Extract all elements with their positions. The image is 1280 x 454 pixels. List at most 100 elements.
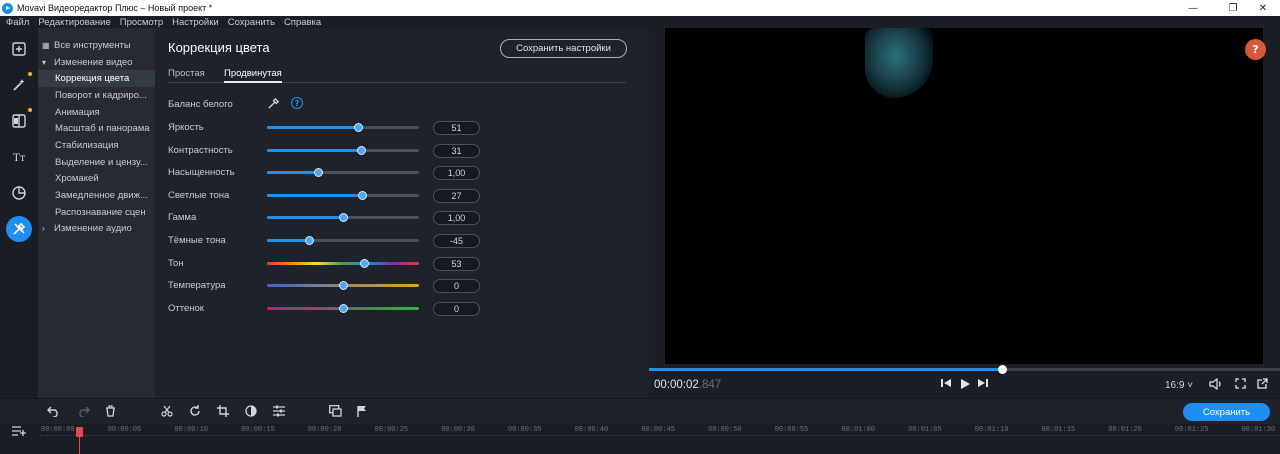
slider-thumb[interactable] [358, 190, 368, 200]
tool-item-video-change[interactable]: ▾ Изменение видео [38, 54, 155, 71]
menu-bar: Файл Редактирование Просмотр Настройки С… [0, 16, 1280, 28]
slider-track[interactable] [267, 303, 419, 313]
slider-value-field[interactable]: 1,00 [433, 166, 480, 181]
tool-item-pan-zoom[interactable]: Масштаб и панорама [38, 120, 155, 137]
ruler-tick-label: 00:00:50 [708, 426, 742, 434]
tool-item-color-correction[interactable]: Коррекция цвета [38, 70, 155, 88]
progress-fill [649, 368, 1003, 371]
tool-item-stabilization[interactable]: Стабилизация [38, 137, 155, 154]
eyedropper-icon[interactable] [267, 97, 281, 111]
stickers-icon[interactable] [6, 180, 32, 206]
slider-value-field[interactable]: 0 [433, 301, 480, 316]
close-button[interactable]: ✕ [1246, 0, 1280, 16]
volume-icon[interactable] [1209, 377, 1222, 393]
tab-advanced[interactable]: Продвинутая [224, 68, 282, 83]
menu-export[interactable]: Сохранить [228, 17, 275, 28]
tool-item-rotate-crop[interactable]: Поворот и кадриро... [38, 87, 155, 104]
slider-thumb[interactable] [314, 168, 324, 178]
tool-item-label: Анимация [55, 106, 100, 118]
video-preview[interactable] [665, 28, 1263, 364]
overlay-icon[interactable] [329, 405, 342, 420]
playback-progress[interactable] [649, 365, 1280, 374]
rotate-icon[interactable] [189, 405, 201, 420]
crop-icon[interactable] [217, 405, 229, 420]
cut-icon[interactable] [161, 405, 173, 420]
progress-knob[interactable] [997, 365, 1007, 374]
slider-track[interactable] [267, 236, 419, 245]
slider-fill [267, 171, 319, 175]
slider-value-field[interactable]: 31 [433, 143, 480, 158]
slider-thumb[interactable] [338, 281, 348, 291]
slider-track[interactable] [267, 123, 419, 132]
menu-settings[interactable]: Настройки [172, 17, 219, 28]
slider-label: Контрастность [168, 144, 233, 156]
redo-icon[interactable] [76, 405, 90, 420]
tool-item-scene-detection[interactable]: Распознавание сцен [38, 204, 155, 221]
slider-value-field[interactable]: 1,00 [433, 211, 480, 226]
timeline[interactable]: 00:00:00 00:00:05 00:00:10 00:00:15 00:00:20… [0, 424, 1280, 454]
marker-flag-icon[interactable] [357, 405, 367, 420]
tool-item-audio-change[interactable]: › Изменение аудио [38, 221, 155, 238]
tools-icon[interactable] [6, 216, 32, 242]
slider-thumb[interactable] [338, 213, 348, 223]
slider-thumb[interactable] [353, 123, 363, 132]
help-button[interactable]: ? [1245, 39, 1266, 60]
slider-track[interactable] [267, 145, 419, 155]
slider-track[interactable] [267, 258, 419, 268]
slider-value-field[interactable]: 53 [433, 256, 480, 271]
slider-value-field[interactable]: -45 [433, 234, 480, 248]
maximize-button[interactable]: ❐ [1216, 0, 1250, 16]
delete-icon[interactable] [105, 405, 116, 420]
slider-value-field[interactable]: 0 [433, 279, 480, 294]
aspect-ratio-select[interactable]: 16:9 ˅ [1165, 380, 1193, 391]
slider-label: Светлые тона [168, 189, 230, 201]
slider-fill [267, 239, 310, 242]
slider-label: Оттенок [168, 302, 204, 314]
menu-file[interactable]: Файл [6, 17, 29, 28]
grid-icon: ▦ [42, 40, 50, 50]
slider-value-field[interactable]: 51 [433, 121, 480, 135]
help-icon[interactable]: ? [291, 97, 303, 109]
slider-thumb[interactable] [356, 145, 366, 155]
detach-preview-icon[interactable] [1257, 378, 1268, 392]
ruler-tick-label: 00:01:00 [841, 426, 875, 434]
menu-view[interactable]: Просмотр [120, 17, 163, 28]
magic-wand-icon[interactable] [6, 72, 32, 98]
slider-thumb[interactable] [305, 236, 315, 245]
previous-frame-icon[interactable] [941, 378, 951, 391]
tool-item-slow-motion[interactable]: Замедленное движ... [38, 187, 155, 204]
export-button[interactable]: Сохранить [1183, 403, 1270, 421]
slider-track[interactable] [267, 281, 419, 291]
left-tool-rail: Tт [0, 28, 38, 398]
new-badge-dot [28, 72, 32, 76]
titles-icon[interactable]: Tт [6, 144, 32, 170]
window-title: Movavi Видеоредактор Плюс – Новый проект… [17, 3, 213, 13]
tool-item-label: Стабилизация [55, 139, 119, 151]
slider-thumb[interactable] [359, 258, 369, 268]
tool-item-animation[interactable]: Анимация [38, 104, 155, 121]
tool-item-all-tools[interactable]: ▦ Все инструменты [38, 37, 155, 54]
slider-value-field[interactable]: 27 [433, 188, 480, 203]
menu-help[interactable]: Справка [284, 17, 321, 28]
tool-item-highlight-censor[interactable]: Выделение и цензу... [38, 154, 155, 171]
slider-track[interactable] [267, 168, 419, 178]
undo-icon[interactable] [47, 405, 61, 420]
fullscreen-icon[interactable] [1235, 378, 1246, 392]
tab-simple[interactable]: Простая [168, 68, 205, 83]
minimize-button[interactable]: — [1176, 0, 1210, 16]
add-track-icon[interactable] [12, 424, 26, 439]
transitions-icon[interactable] [6, 108, 32, 134]
menu-edit[interactable]: Редактирование [38, 17, 110, 28]
slider-track[interactable] [267, 190, 419, 200]
import-icon[interactable] [6, 36, 32, 62]
slider-thumb[interactable] [338, 303, 348, 313]
tool-item-chroma-key[interactable]: Хромакей [38, 171, 155, 188]
slider-track[interactable] [267, 213, 419, 223]
time-ruler[interactable]: 00:00:00 00:00:05 00:00:10 00:00:15 00:00:20… [40, 424, 1280, 454]
next-frame-icon[interactable] [978, 378, 988, 391]
play-icon[interactable] [959, 378, 971, 393]
color-adjust-icon[interactable] [245, 405, 257, 420]
clip-properties-icon[interactable] [273, 405, 285, 420]
tool-item-label: Выделение и цензу... [55, 156, 148, 168]
save-settings-button[interactable]: Сохранить настройки [500, 39, 627, 58]
